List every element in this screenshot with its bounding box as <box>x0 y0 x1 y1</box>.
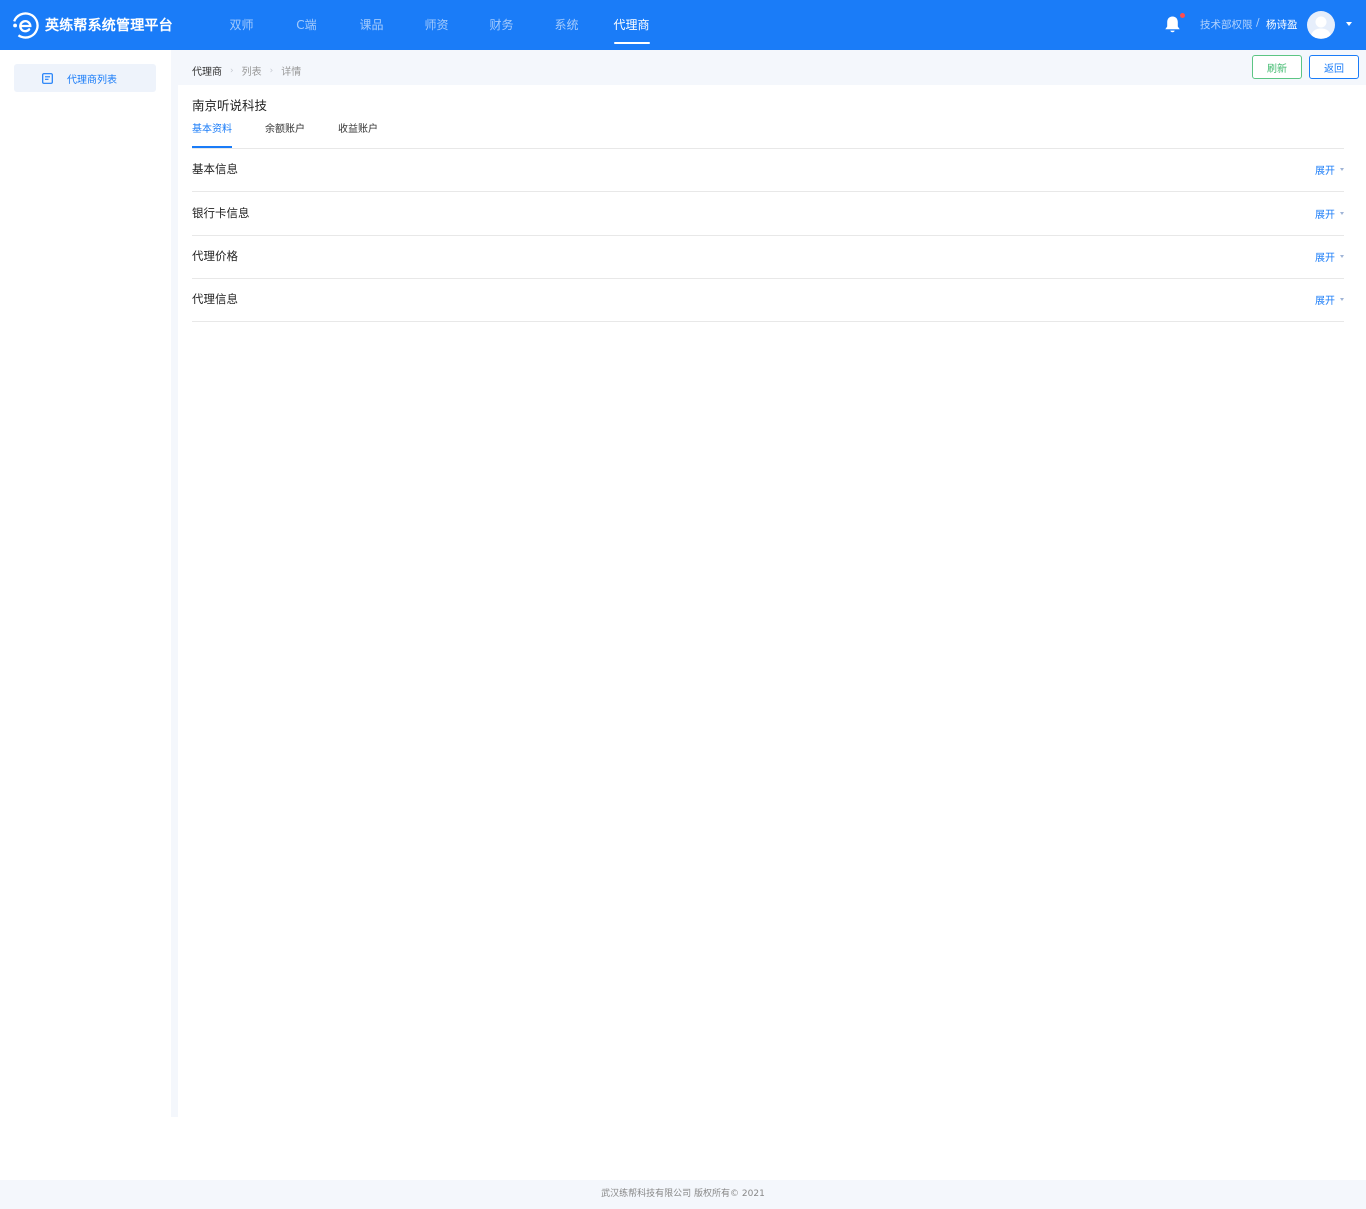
avatar[interactable] <box>1307 11 1335 39</box>
chevron-down-icon <box>1340 212 1344 215</box>
bell-icon[interactable] <box>1164 15 1181 34</box>
breadcrumb-item-agent[interactable]: 代理商 <box>192 63 222 78</box>
chevron-down-icon <box>1340 168 1344 171</box>
nav-item-c-end[interactable]: C端 <box>274 0 339 50</box>
notification-dot <box>1180 13 1185 18</box>
tab-basic-info[interactable]: 基本资料 <box>192 123 232 148</box>
tab-income-account[interactable]: 收益账户 <box>338 123 378 148</box>
chevron-right-icon: › <box>230 65 234 76</box>
expand-label: 展开 <box>1315 253 1335 264</box>
section-title: 代理信息 <box>192 292 238 306</box>
section-agent-price[interactable]: 代理价格 展开 <box>192 235 1344 279</box>
section-agent-info[interactable]: 代理信息 展开 <box>192 278 1344 322</box>
user-separator: / <box>1256 17 1260 29</box>
breadcrumb: 代理商 › 列表 › 详情 <box>192 63 302 79</box>
top-navbar: 英练帮系统管理平台 双师 C端 课品 师资 财务 系统 代理商 技术部权限 / … <box>0 0 1366 50</box>
sidebar-item-label: 代理商列表 <box>67 74 117 86</box>
expand-toggle[interactable]: 展开 <box>1315 249 1344 264</box>
expand-toggle[interactable]: 展开 <box>1315 292 1344 307</box>
page-title: 南京听说科技 <box>192 98 268 113</box>
user-avatar-icon <box>1310 16 1332 38</box>
nav-item-shizi[interactable]: 师资 <box>404 0 469 50</box>
main-content: 南京听说科技 基本资料 余额账户 收益账户 基本信息 展开 银行卡信息 展开 代… <box>178 85 1366 1117</box>
footer-copyright: 武汉练帮科技有限公司 版权所有© 2021 <box>601 1189 765 1199</box>
expand-label: 展开 <box>1315 296 1335 307</box>
app-title: 英练帮系统管理平台 <box>45 18 173 34</box>
tab-balance-account[interactable]: 余额账户 <box>265 123 305 148</box>
refresh-button[interactable]: 刷新 <box>1252 55 1302 79</box>
nav-item-agent[interactable]: 代理商 <box>599 0 664 50</box>
detail-tabs: 基本资料 余额账户 收益账户 <box>192 123 411 148</box>
sidebar-divider <box>171 50 178 1117</box>
back-button[interactable]: 返回 <box>1309 55 1359 79</box>
chevron-down-icon <box>1340 298 1344 301</box>
main-nav: 双师 C端 课品 师资 财务 系统 代理商 <box>209 0 664 50</box>
chevron-down-icon <box>1340 255 1344 258</box>
user-menu-chevron-down-icon[interactable] <box>1346 22 1352 26</box>
nav-item-shuangshi[interactable]: 双师 <box>209 0 274 50</box>
footer: 武汉练帮科技有限公司 版权所有© 2021 <box>0 1180 1366 1209</box>
section-bank-card-info[interactable]: 银行卡信息 展开 <box>192 192 1344 236</box>
section-title: 代理价格 <box>192 249 238 263</box>
expand-label: 展开 <box>1315 166 1335 177</box>
breadcrumb-item-detail: 详情 <box>281 67 302 78</box>
sidebar-item-agent-list[interactable]: 代理商列表 <box>14 64 156 92</box>
section-title: 基本信息 <box>192 162 238 176</box>
nav-item-xitong[interactable]: 系统 <box>534 0 599 50</box>
expand-toggle[interactable]: 展开 <box>1315 206 1344 221</box>
breadcrumb-item-list[interactable]: 列表 <box>242 63 262 78</box>
section-title: 银行卡信息 <box>192 206 250 220</box>
expand-toggle[interactable]: 展开 <box>1315 162 1344 177</box>
user-role: 技术部权限 <box>1200 19 1253 31</box>
logo-icon <box>12 11 39 39</box>
section-basic-info[interactable]: 基本信息 展开 <box>192 148 1344 192</box>
nav-item-kepin[interactable]: 课品 <box>339 0 404 50</box>
chevron-right-icon: › <box>269 65 274 76</box>
user-name: 杨诗盈 <box>1266 19 1298 31</box>
breadcrumb-bar: 代理商 › 列表 › 详情 刷新 返回 <box>178 50 1366 85</box>
list-doc-icon <box>42 72 53 84</box>
nav-item-caiwu[interactable]: 财务 <box>469 0 534 50</box>
expand-label: 展开 <box>1315 210 1335 221</box>
sidebar: 代理商列表 <box>0 50 171 1117</box>
logo[interactable]: 英练帮系统管理平台 <box>12 11 173 39</box>
